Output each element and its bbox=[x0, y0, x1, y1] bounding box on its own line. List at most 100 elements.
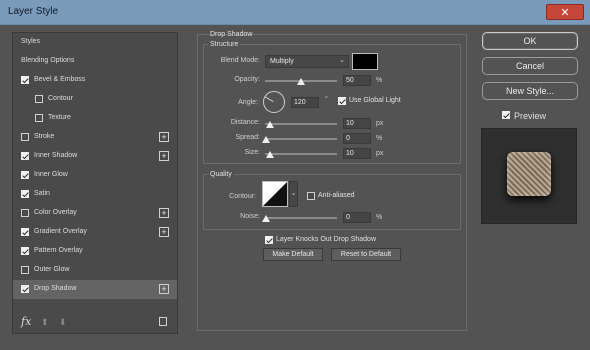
sidebar-item[interactable]: Pattern Overlay bbox=[13, 242, 177, 261]
add-effect-icon[interactable]: + bbox=[159, 227, 169, 237]
sidebar-item[interactable]: Stroke + bbox=[13, 128, 177, 147]
add-effect-icon[interactable]: + bbox=[159, 151, 169, 161]
add-effect-icon[interactable]: + bbox=[159, 132, 169, 142]
sidebar-item-checkbox[interactable] bbox=[35, 95, 43, 103]
noise-slider-track[interactable] bbox=[265, 217, 337, 219]
sidebar-item[interactable]: Satin bbox=[13, 185, 177, 204]
sidebar-item-checkbox[interactable] bbox=[21, 266, 29, 274]
sidebar-item-label: Bevel & Emboss bbox=[34, 76, 86, 83]
sidebar-footer: fx ⬆ ⬇ bbox=[13, 311, 177, 333]
sidebar-item-label: Inner Glow bbox=[34, 171, 68, 178]
move-down-icon[interactable]: ⬇ bbox=[59, 317, 67, 328]
sidebar-item-checkbox[interactable] bbox=[21, 228, 29, 236]
size-input[interactable]: 10 bbox=[343, 148, 371, 159]
sidebar-item-label: Outer Glow bbox=[34, 266, 70, 273]
spread-label: Spread: bbox=[235, 134, 260, 141]
sidebar-item-checkbox[interactable] bbox=[21, 152, 29, 160]
size-label: Size: bbox=[244, 149, 260, 156]
use-global-light-checkbox[interactable] bbox=[338, 97, 346, 105]
sidebar-item-checkbox[interactable] bbox=[35, 114, 43, 122]
sidebar-item[interactable]: Outer Glow bbox=[13, 261, 177, 280]
distance-slider-handle[interactable] bbox=[266, 121, 274, 128]
sidebar-item-checkbox[interactable] bbox=[21, 76, 29, 84]
sidebar-item-label: Pattern Overlay bbox=[34, 247, 83, 254]
sidebar-item[interactable]: Inner Shadow + bbox=[13, 147, 177, 166]
style-preview bbox=[481, 128, 577, 224]
blend-mode-value: Multiply bbox=[270, 58, 294, 65]
spread-slider-track[interactable] bbox=[265, 138, 337, 140]
reset-default-button[interactable]: Reset to Default bbox=[331, 248, 401, 261]
distance-input[interactable]: 10 bbox=[343, 118, 371, 129]
angle-label: Angle: bbox=[238, 99, 258, 106]
size-unit: px bbox=[376, 150, 384, 157]
sidebar-item-label: Stroke bbox=[34, 133, 55, 140]
angle-dial[interactable] bbox=[263, 91, 285, 113]
ok-button[interactable]: OK bbox=[482, 32, 578, 50]
preview-checkbox[interactable] bbox=[502, 111, 510, 119]
sidebar-item-label: Satin bbox=[34, 190, 50, 197]
opacity-input[interactable]: 50 bbox=[343, 75, 371, 86]
add-effect-icon[interactable]: + bbox=[159, 208, 169, 218]
sidebar-item[interactable]: Bevel & Emboss bbox=[13, 71, 177, 90]
sidebar-item-checkbox[interactable] bbox=[21, 209, 29, 217]
sidebar-item-label: Texture bbox=[48, 114, 71, 121]
noise-unit: % bbox=[376, 214, 383, 221]
anti-aliased-checkbox[interactable] bbox=[307, 192, 315, 200]
sidebar-item[interactable]: Contour bbox=[13, 90, 177, 109]
styles-sidebar: Drop Shadow + Outer Glow Pattern Overlay Gra… bbox=[12, 32, 178, 334]
sidebar-item-checkbox[interactable] bbox=[21, 285, 29, 293]
sidebar-item-label: Contour bbox=[48, 95, 73, 102]
opacity-slider-handle[interactable] bbox=[297, 78, 305, 85]
sidebar-item-checkbox[interactable] bbox=[21, 171, 29, 179]
structure-title: Structure bbox=[208, 41, 241, 48]
spread-slider-handle[interactable] bbox=[262, 136, 270, 143]
noise-input[interactable]: 0 bbox=[343, 212, 371, 223]
window-title: Layer Style bbox=[8, 6, 59, 17]
sidebar-item-label: Inner Shadow bbox=[34, 152, 78, 159]
distance-unit: px bbox=[376, 120, 384, 127]
noise-slider-handle[interactable] bbox=[262, 215, 270, 222]
contour-preview[interactable] bbox=[262, 181, 288, 207]
trash-icon[interactable] bbox=[159, 317, 167, 326]
title-bar: Layer Style ✕ bbox=[0, 0, 590, 25]
quality-group bbox=[203, 174, 461, 230]
sidebar-item-checkbox[interactable] bbox=[21, 190, 29, 198]
sidebar-item[interactable]: Texture bbox=[13, 109, 177, 128]
opacity-unit: % bbox=[376, 77, 383, 84]
use-global-light-label: Use Global Light bbox=[349, 97, 401, 104]
add-effect-icon[interactable]: + bbox=[159, 284, 169, 294]
close-button[interactable]: ✕ bbox=[546, 4, 584, 20]
move-up-icon[interactable]: ⬆ bbox=[41, 317, 49, 328]
sidebar-item[interactable]: Color Overlay + bbox=[13, 204, 177, 223]
drop-shadow-title: Drop Shadow bbox=[210, 31, 253, 38]
sidebar-item-checkbox[interactable] bbox=[21, 247, 29, 255]
fx-menu-button[interactable]: fx bbox=[21, 315, 31, 328]
cancel-button[interactable]: Cancel bbox=[482, 57, 578, 75]
preview-label: Preview bbox=[514, 111, 547, 121]
distance-label: Distance: bbox=[230, 119, 260, 126]
spread-input[interactable]: 0 bbox=[343, 133, 371, 144]
knockout-label: Layer Knocks Out Drop Shadow bbox=[276, 236, 376, 243]
sidebar-item[interactable]: Inner Glow bbox=[13, 166, 177, 185]
sidebar-item[interactable]: Blending Options bbox=[13, 52, 177, 71]
anti-aliased-label: Anti-aliased bbox=[318, 192, 355, 199]
spread-unit: % bbox=[376, 135, 383, 142]
sidebar-item[interactable]: Drop Shadow + bbox=[13, 280, 177, 299]
shadow-color-swatch[interactable] bbox=[352, 53, 378, 70]
sidebar-item[interactable]: Styles bbox=[13, 33, 177, 52]
distance-slider-track[interactable] bbox=[265, 123, 337, 125]
size-slider-handle[interactable] bbox=[266, 151, 274, 158]
size-slider-track[interactable] bbox=[265, 153, 337, 155]
angle-input[interactable]: 120 bbox=[291, 97, 319, 108]
quality-title: Quality bbox=[208, 171, 234, 178]
sidebar-item-label: Color Overlay bbox=[34, 209, 77, 216]
contour-dropdown-button[interactable]: ⌄ bbox=[289, 181, 298, 207]
sidebar-item[interactable]: Gradient Overlay + bbox=[13, 223, 177, 242]
knockout-checkbox[interactable] bbox=[265, 236, 273, 244]
blend-mode-select[interactable]: Multiply ⌄ bbox=[265, 55, 349, 68]
new-style-button[interactable]: New Style... bbox=[482, 82, 578, 100]
blend-mode-label: Blend Mode: bbox=[220, 57, 260, 64]
sidebar-item-checkbox[interactable] bbox=[21, 133, 29, 141]
contour-curve-icon bbox=[263, 182, 287, 206]
make-default-button[interactable]: Make Default bbox=[263, 248, 323, 261]
